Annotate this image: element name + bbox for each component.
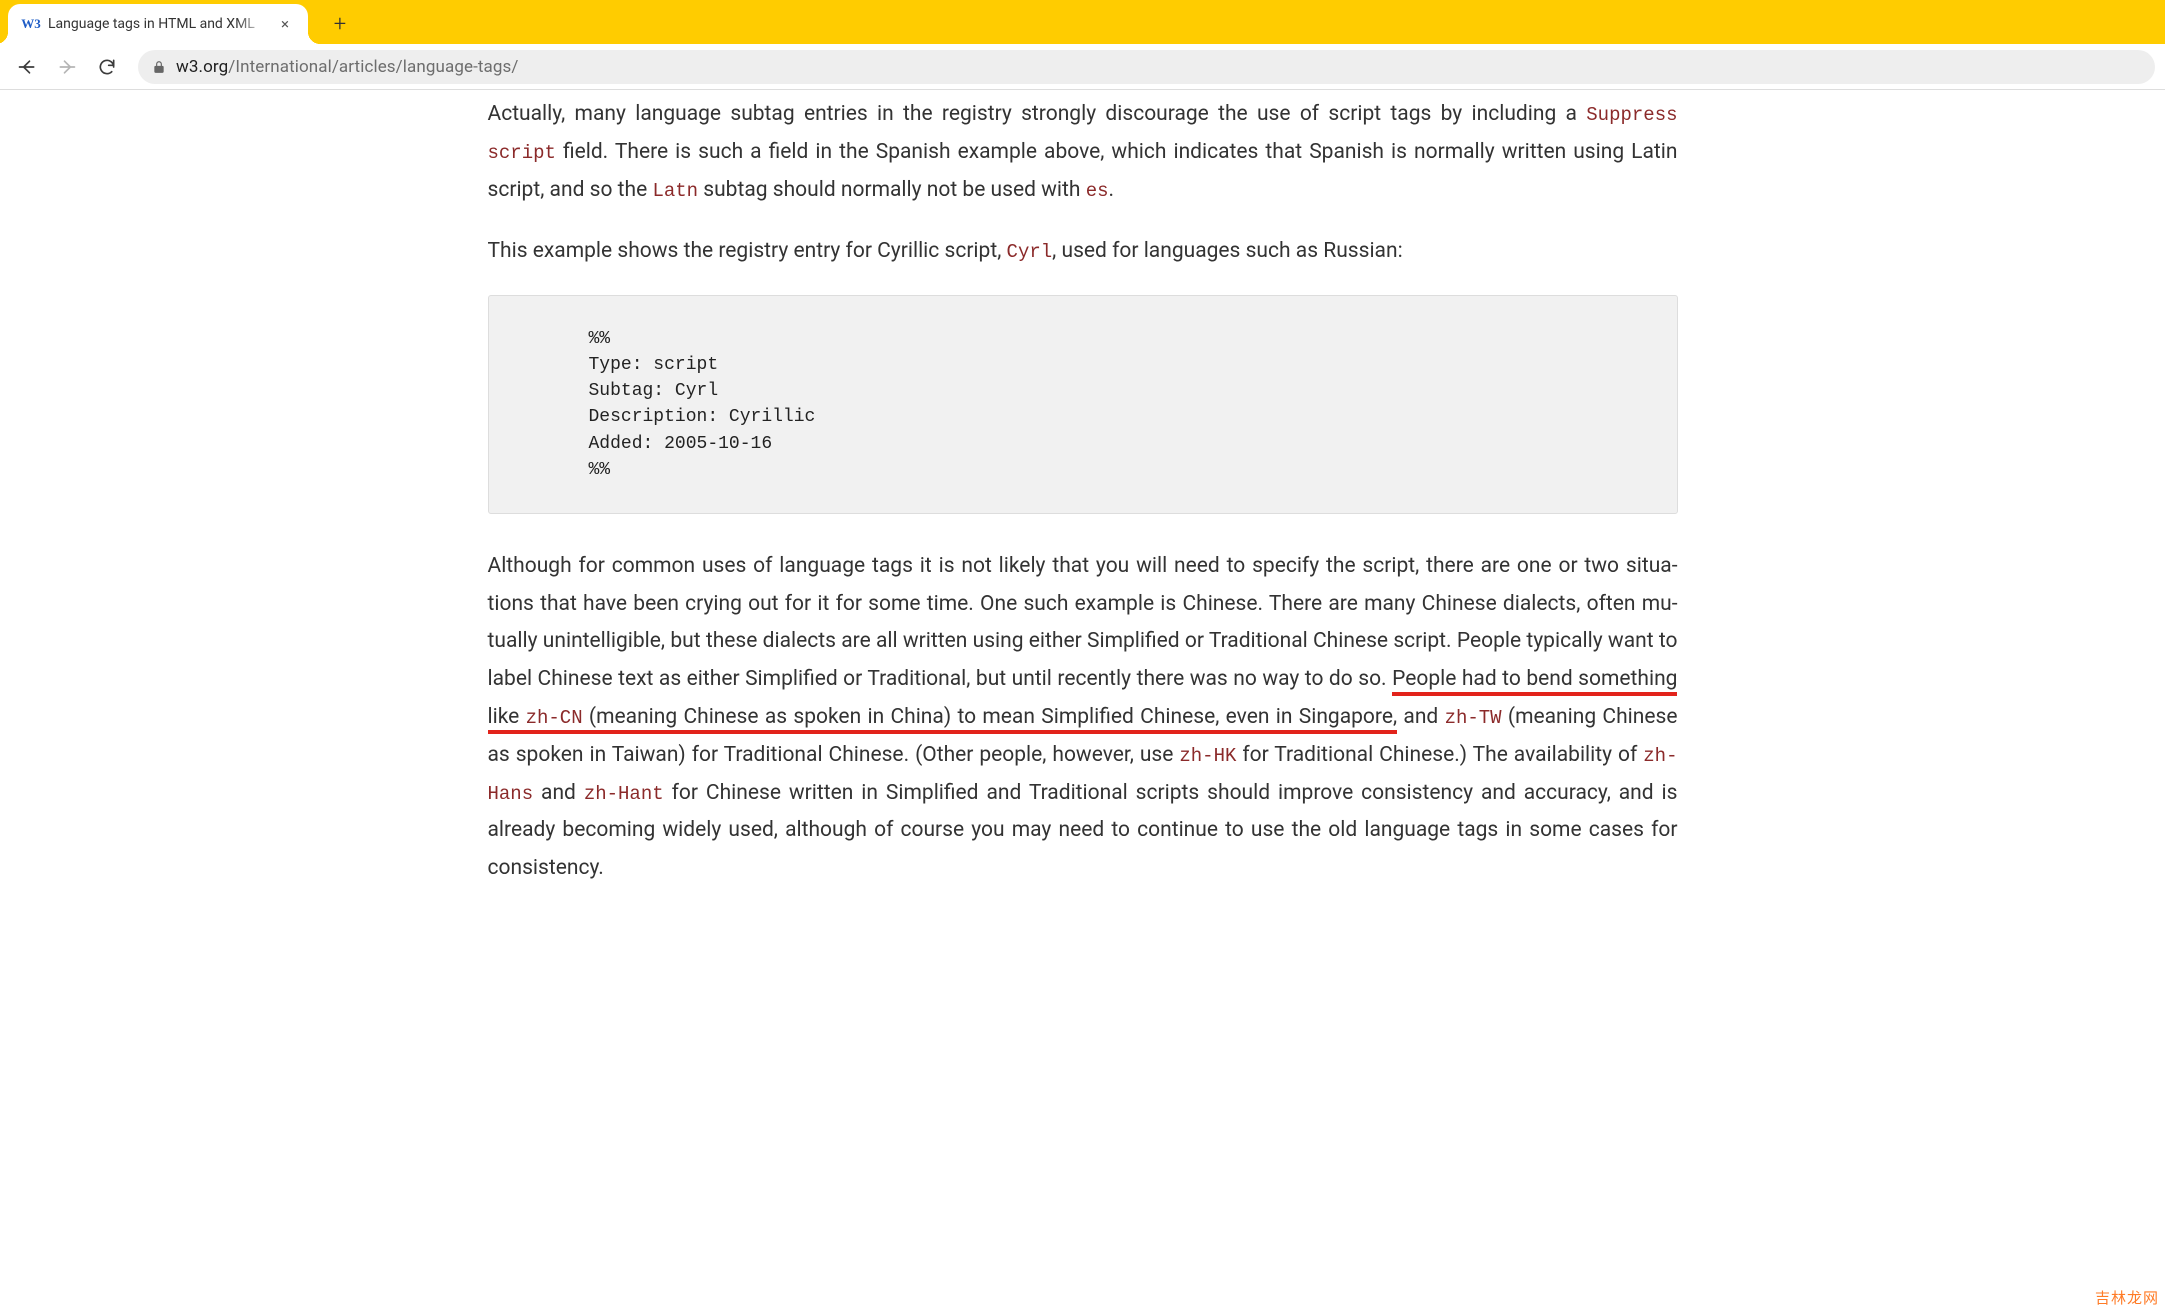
reload-icon <box>97 57 117 77</box>
code-inline: zh-TW <box>1445 707 1502 729</box>
toolbar: w3.org/International/articles/language-t… <box>0 44 2165 90</box>
code-inline: zh-CN <box>526 707 583 729</box>
code-inline: es <box>1086 180 1109 202</box>
arrow-right-icon <box>57 57 77 77</box>
favicon: W3 <box>22 15 40 33</box>
paragraph: This example shows the registry entry fo… <box>488 233 1678 271</box>
arrow-left-icon <box>17 57 37 77</box>
paragraph: Although for common uses of language tag… <box>488 548 1678 888</box>
page-viewport[interactable]: Actually, many language subtag entries i… <box>0 90 2165 1312</box>
address-bar[interactable]: w3.org/International/articles/language-t… <box>138 50 2155 84</box>
highlighted-text: People had to bend some­ <box>1392 667 1630 696</box>
tab-title: Language tags in HTML and XML <box>48 16 268 32</box>
code-inline: Cyrl <box>1007 241 1053 263</box>
article-content: Actually, many language subtag entries i… <box>478 90 1688 952</box>
code-inline: zh-HK <box>1179 745 1236 767</box>
code-inline: Latn <box>652 180 698 202</box>
forward-button[interactable] <box>50 50 84 84</box>
back-button[interactable] <box>10 50 44 84</box>
new-tab-button[interactable]: + <box>326 10 354 38</box>
tab-strip: W3 Language tags in HTML and XML × + <box>0 0 2165 44</box>
lock-icon <box>152 60 166 74</box>
url-text: w3.org/International/articles/language-t… <box>176 57 519 77</box>
browser-tab[interactable]: W3 Language tags in HTML and XML × <box>8 4 308 44</box>
paragraph: Actually, many language subtag entries i… <box>488 96 1678 209</box>
reload-button[interactable] <box>90 50 124 84</box>
code-inline: zh-Hant <box>584 783 664 805</box>
tab-close-button[interactable]: × <box>276 15 294 33</box>
registry-entry-block: %% Type: script Subtag: Cyrl Description… <box>488 295 1678 514</box>
